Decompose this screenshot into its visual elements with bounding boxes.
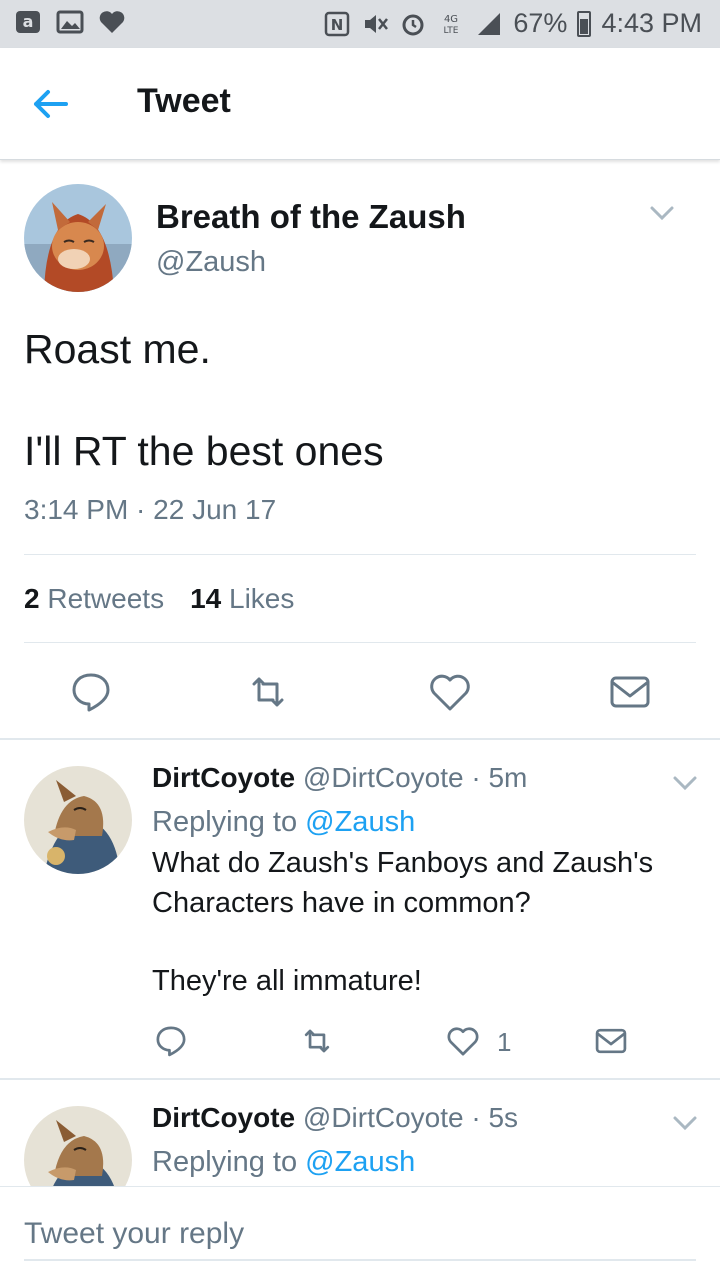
reply-header: DirtCoyote @DirtCoyote · 5m [152,762,527,794]
like-icon[interactable] [428,670,472,714]
retweet-icon[interactable] [246,670,290,714]
svg-text:4G: 4G [444,14,458,25]
alarm-icon [402,14,424,35]
app-header: Tweet [0,48,720,160]
author-name[interactable]: Breath of the Zaush [156,198,466,236]
chevron-down-icon[interactable] [670,1113,700,1133]
direct-message-icon[interactable] [594,1024,628,1058]
reply-author-name[interactable]: DirtCoyote [152,1102,295,1133]
clock: 4:43 PM [601,8,702,38]
tweet-text-line: Roast me. [24,326,211,372]
reply-author-handle[interactable]: @DirtCoyote [303,762,464,793]
reply-time: · 5m [471,762,528,793]
direct-message-icon[interactable] [608,670,652,714]
amazon-icon: a [16,11,40,33]
chevron-down-icon[interactable] [647,203,677,223]
author-handle[interactable]: @Zaush [156,246,266,279]
signal-icon [478,12,501,35]
retweets-stat[interactable]: 2 Retweets [24,583,164,615]
lte-icon: 4GLTE [444,14,459,36]
mention-link[interactable]: @Zaush [305,806,415,838]
replying-to: Replying to @Zaush [152,806,416,838]
reply-text-line: What do Zaush's Fanboys and Zaush's [152,847,654,879]
reply-author-name[interactable]: DirtCoyote [152,762,295,793]
reply-header: DirtCoyote @DirtCoyote · 5s [152,1102,518,1134]
battery-percent: 67% [513,8,568,38]
nfc-icon: N [325,11,350,36]
reply-author-handle[interactable]: @DirtCoyote [303,1102,464,1133]
battery-icon [577,10,592,37]
heart-icon [99,11,125,33]
separator [0,1078,720,1080]
tweet-stats: 2 Retweets 14 Likes [24,583,294,615]
mention-link[interactable]: @Zaush [305,1146,415,1178]
reply-icon[interactable] [69,670,113,714]
back-arrow-icon[interactable] [28,84,72,124]
tweet-timestamp: 3:14 PM · 22 Jun 17 [24,494,277,525]
reply-avatar[interactable] [24,766,132,874]
replying-to: Replying to @Zaush [152,1146,416,1178]
reply-icon[interactable] [154,1024,188,1058]
divider [24,642,696,643]
reply-composer [0,1186,720,1280]
reply-text-line: Characters have in common? [152,887,531,919]
avatar[interactable] [24,184,132,292]
retweet-icon[interactable] [300,1024,334,1058]
like-count: 1 [497,1027,512,1057]
svg-text:a: a [23,12,34,31]
mute-icon [365,14,389,33]
separator [0,738,720,740]
likes-stat[interactable]: 14 Likes [190,583,294,615]
reply-input[interactable] [24,1209,696,1261]
svg-text:LTE: LTE [444,26,459,36]
page-title: Tweet [137,82,231,120]
chevron-down-icon[interactable] [670,773,700,793]
svg-text:N: N [331,16,344,34]
reply-time: · 5s [471,1102,519,1133]
tweet-text-line: I'll RT the best ones [24,428,384,474]
divider [24,554,696,555]
like-icon[interactable] [446,1024,480,1058]
reply-text-line: They're all immature! [152,965,422,997]
gallery-icon [56,10,84,34]
status-bar: a N 4G LTE 67% 4:43 PM [0,0,720,48]
